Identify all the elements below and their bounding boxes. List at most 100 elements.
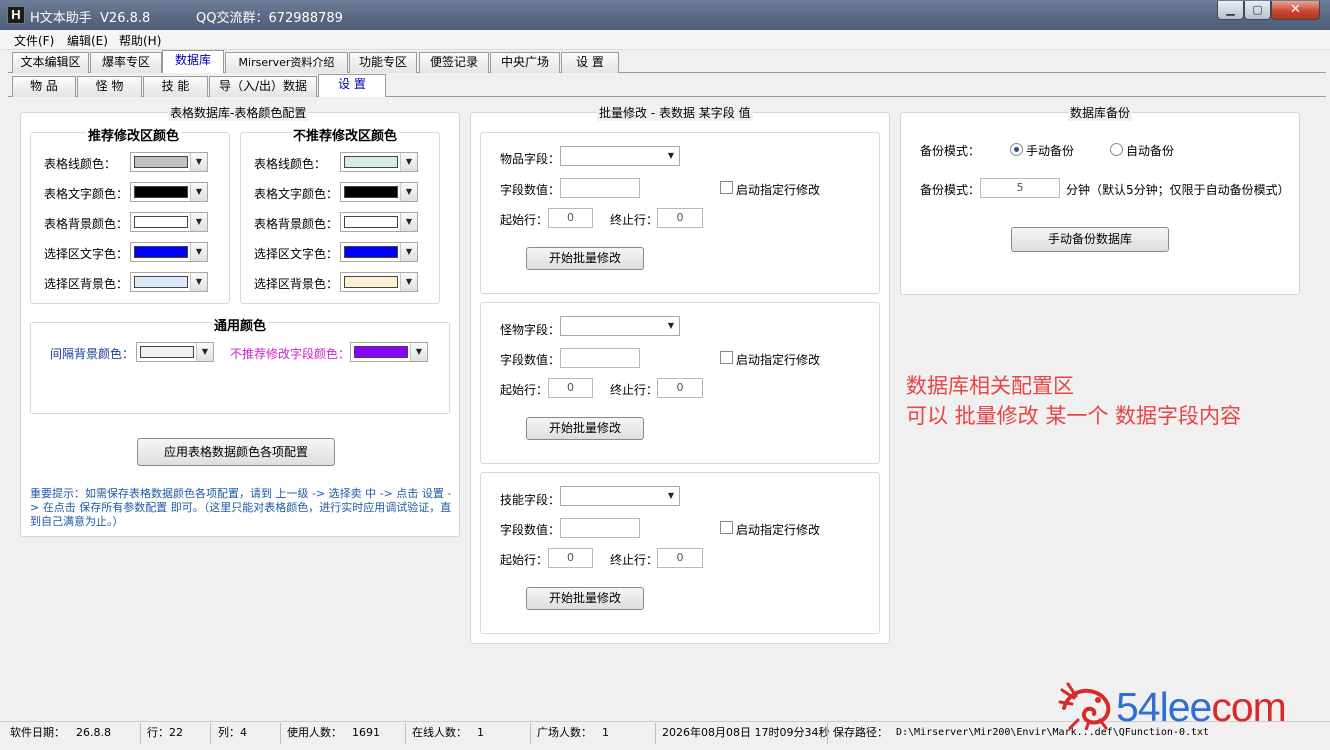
monster-end-input[interactable]: 0 (657, 378, 703, 398)
rec-bg-color[interactable]: ▼ (130, 212, 208, 232)
skill-batch-start-button[interactable]: 开始批量修改 (526, 587, 644, 610)
status-separator (655, 723, 656, 744)
item-value-input[interactable] (560, 178, 640, 198)
rec-text-color[interactable]: ▼ (130, 182, 208, 202)
chevron-down-icon: ▼ (400, 273, 417, 291)
tab-central-plaza[interactable]: 中央广场 (490, 52, 560, 73)
color-swatch (134, 186, 188, 198)
tab-functions[interactable]: 功能专区 (349, 52, 417, 73)
manual-backup-label: 手动备份 (1026, 144, 1075, 158)
status-online-label: 在线人数： (412, 726, 467, 739)
status-plaza-value: 1 (602, 726, 609, 739)
subtab-skills[interactable]: 技 能 (143, 76, 208, 97)
color-swatch (344, 186, 398, 198)
menu-help[interactable]: 帮助(H) (119, 32, 161, 49)
monster-row-range-checkbox[interactable] (720, 351, 733, 364)
status-separator (827, 723, 828, 744)
minimize-button[interactable]: ▁ (1217, 1, 1244, 20)
item-row-range-checkbox[interactable] (720, 181, 733, 194)
subtab-import-export[interactable]: 导（入/出）数据 (209, 76, 317, 97)
backup-interval-input[interactable]: 5 (980, 178, 1060, 198)
chevron-down-icon: ▼ (400, 213, 417, 231)
manual-backup-button[interactable]: 手动备份数据库 (1011, 227, 1169, 252)
rec-grid-line-label: 表格线颜色： (44, 157, 117, 171)
item-field-label: 物品字段： (500, 152, 561, 166)
not-recommended-field-label: 不推荐修改字段颜色： (230, 347, 351, 361)
auto-backup-radio[interactable] (1110, 143, 1123, 156)
item-batch-start-button[interactable]: 开始批量修改 (526, 247, 644, 270)
monster-start-input[interactable]: 0 (548, 378, 593, 398)
monster-start-label: 起始行： (500, 383, 549, 397)
manual-backup-radio[interactable] (1010, 143, 1023, 156)
tab-notes[interactable]: 便签记录 (419, 52, 489, 73)
nrec-bg-color[interactable]: ▼ (340, 212, 418, 232)
menu-file[interactable]: 文件(F) (14, 32, 54, 49)
skill-field-select[interactable]: ▼ (560, 486, 680, 506)
item-field-select[interactable]: ▼ (560, 146, 680, 166)
skill-start-label: 起始行： (500, 553, 549, 567)
tab-settings[interactable]: 设 置 (561, 52, 619, 73)
chevron-down-icon: ▼ (190, 183, 207, 201)
backup-mode-label: 备份模式： (920, 144, 981, 158)
skill-end-input[interactable]: 0 (657, 548, 703, 568)
subtab-items[interactable]: 物 品 (12, 76, 76, 97)
annotation-text: 数据库相关配置区 可以 批量修改 某一个 数据字段内容 (906, 371, 1241, 431)
recommended-colors-title: 推荐修改区颜色 (86, 125, 182, 144)
backup-group (900, 112, 1300, 295)
status-separator (405, 723, 406, 744)
watermark-blue: 54lee (1116, 684, 1212, 730)
watermark-red: com (1211, 684, 1286, 730)
rec-sel-text-color[interactable]: ▼ (130, 242, 208, 262)
chevron-down-icon: ▼ (667, 321, 675, 330)
menu-bar (0, 30, 1330, 50)
nrec-sel-bg-color[interactable]: ▼ (340, 272, 418, 292)
maximize-button[interactable]: ▢ (1244, 1, 1271, 20)
chevron-down-icon: ▼ (400, 183, 417, 201)
skill-value-label: 字段数值： (500, 523, 561, 537)
batch-modify-title: 批量修改 - 表数据 某字段 值 (597, 104, 753, 121)
tab-database[interactable]: 数据库 (162, 50, 224, 73)
rec-sel-bg-color[interactable]: ▼ (130, 272, 208, 292)
monster-row-range-label: 启动指定行修改 (736, 353, 821, 367)
app-icon: H (7, 6, 25, 24)
tab-mirserver-info[interactable]: Mirserver资料介绍 (225, 52, 348, 73)
monster-value-input[interactable] (560, 348, 640, 368)
item-start-input[interactable]: 0 (548, 208, 593, 228)
status-date-label: 软件日期： (10, 726, 65, 739)
backup-title: 数据库备份 (1068, 104, 1133, 121)
close-button[interactable]: ✕ (1271, 1, 1320, 20)
not-recommended-field-color[interactable]: ▼ (350, 342, 428, 362)
tab-drop-rate[interactable]: 爆率专区 (90, 52, 162, 73)
skill-end-label: 终止行： (610, 553, 659, 567)
subtab-settings[interactable]: 设 置 (318, 74, 386, 97)
color-swatch (344, 276, 398, 288)
chevron-down-icon: ▼ (667, 151, 675, 160)
status-users-value: 1691 (352, 726, 380, 739)
color-swatch (134, 276, 188, 288)
nrec-sel-text-color[interactable]: ▼ (340, 242, 418, 262)
monster-batch-start-button[interactable]: 开始批量修改 (526, 417, 644, 440)
color-swatch (134, 216, 188, 228)
auto-backup-label: 自动备份 (1126, 144, 1175, 158)
tab-text-edit[interactable]: 文本编辑区 (12, 52, 89, 73)
qq-group-text: QQ交流群：672988789 (196, 11, 343, 26)
item-row-range-label: 启动指定行修改 (736, 183, 821, 197)
annotation-line-2: 可以 批量修改 某一个 数据字段内容 (906, 404, 1242, 428)
skill-field-label: 技能字段： (500, 493, 561, 507)
chevron-down-icon: ▼ (190, 153, 207, 171)
subtab-monsters[interactable]: 怪 物 (77, 76, 142, 97)
skill-value-input[interactable] (560, 518, 640, 538)
rec-grid-line-color[interactable]: ▼ (130, 152, 208, 172)
nrec-grid-line-color[interactable]: ▼ (340, 152, 418, 172)
menu-edit[interactable]: 编辑(E) (67, 32, 108, 49)
color-swatch (134, 156, 188, 168)
chevron-down-icon: ▼ (190, 213, 207, 231)
nrec-text-color[interactable]: ▼ (340, 182, 418, 202)
interval-bg-color[interactable]: ▼ (136, 342, 214, 362)
apply-colors-button[interactable]: 应用表格数据颜色各项配置 (137, 438, 335, 466)
item-end-input[interactable]: 0 (657, 208, 703, 228)
skill-start-input[interactable]: 0 (548, 548, 593, 568)
monster-field-select[interactable]: ▼ (560, 316, 680, 336)
skill-row-range-checkbox[interactable] (720, 521, 733, 534)
nrec-grid-line-label: 表格线颜色： (254, 157, 327, 171)
